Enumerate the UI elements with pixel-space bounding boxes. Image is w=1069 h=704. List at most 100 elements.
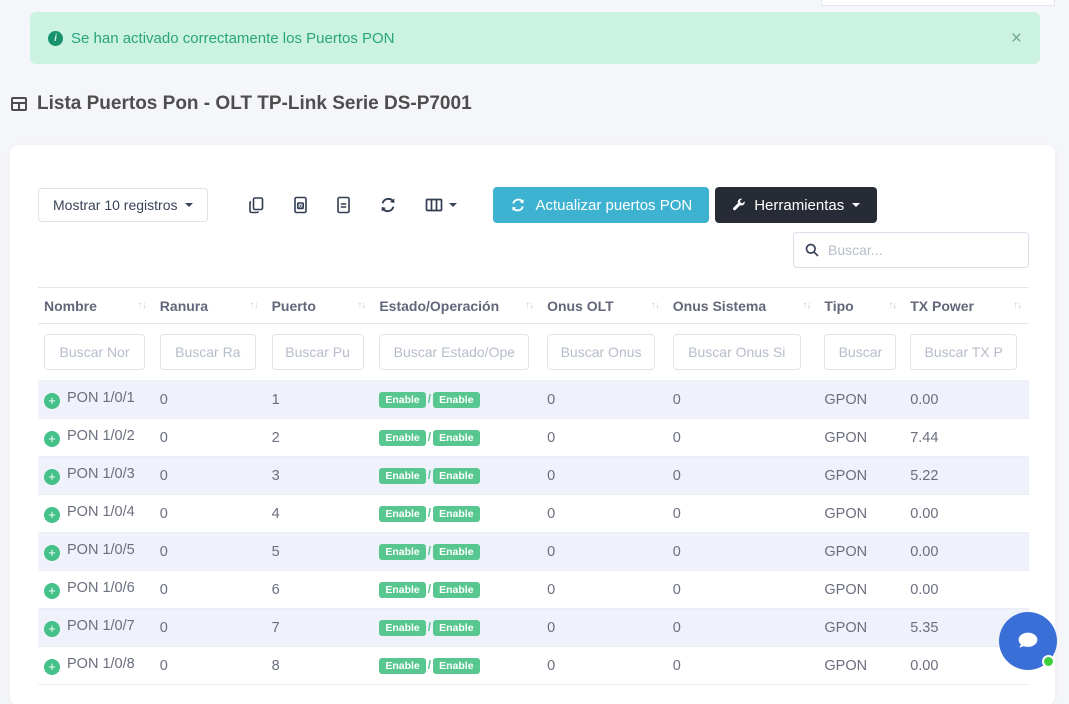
filter-input-onus_olt[interactable] [547, 334, 655, 370]
pon-name: PON 1/0/5 [67, 542, 135, 558]
cell-name: + PON 1/0/7 [38, 609, 154, 647]
column-header-tipo[interactable]: Tipo ↑↓ [818, 288, 904, 324]
expand-row-icon[interactable]: + [44, 393, 60, 409]
column-visibility-button[interactable] [411, 190, 471, 220]
pon-name: PON 1/0/8 [67, 656, 135, 672]
filter-input-tx_power[interactable] [910, 334, 1017, 370]
column-header-ranura[interactable]: Ranura↑↓ [154, 288, 266, 324]
operacion-badge: Enable [433, 430, 479, 447]
table-row: +PON 1/0/101Enable/Enable00GPON0.00 [38, 381, 1029, 419]
cell-tipo: GPON [818, 381, 904, 419]
operacion-badge: Enable [433, 544, 479, 561]
cell-onus_sistema: 0 [667, 381, 819, 419]
cell-tx_power: 0.00 [904, 381, 1029, 419]
sort-icon[interactable]: ↑↓ [357, 300, 365, 311]
filter-input-ranura[interactable] [160, 334, 256, 370]
show-entries-dropdown[interactable]: Mostrar 10 registros [38, 188, 208, 222]
cell-estado-operacion: Enable/Enable [373, 495, 541, 533]
sort-icon[interactable]: ↑↓ [250, 300, 258, 311]
update-pon-ports-button[interactable]: Actualizar puertos PON [493, 187, 709, 223]
column-label: TX Power [910, 298, 974, 314]
close-icon[interactable]: × [1011, 29, 1022, 48]
table-row: +PON 1/0/404Enable/Enable00GPON0.00 [38, 495, 1029, 533]
copy-button[interactable] [234, 190, 279, 220]
filter-input-name[interactable] [44, 334, 145, 370]
reload-table-button[interactable] [365, 190, 411, 220]
expand-row-icon[interactable]: + [44, 431, 60, 447]
cell-ranura: 0 [154, 647, 266, 685]
cell-puerto: 2 [266, 419, 374, 457]
column-header-puerto[interactable]: Puerto↑↓ [266, 288, 374, 324]
pon-name: PON 1/0/3 [67, 466, 135, 482]
sort-icon[interactable]: ↑↓ [1013, 300, 1021, 311]
expand-row-icon[interactable]: + [44, 659, 60, 675]
sort-icon[interactable]: ↑↓ [138, 300, 146, 311]
badge-separator: / [428, 582, 431, 596]
tools-dropdown-button[interactable]: Herramientas [715, 187, 877, 223]
chevron-down-icon [449, 203, 457, 207]
filter-input-puerto[interactable] [272, 334, 364, 370]
column-header-estado_operacion[interactable]: Estado/Operación ↑↓ [373, 288, 541, 324]
expand-row-icon[interactable]: + [44, 545, 60, 561]
cell-tipo: GPON [818, 457, 904, 495]
column-label: Estado/Operación [379, 298, 499, 314]
column-header-onus_sistema[interactable]: Onus Sistema ↑↓ [667, 288, 819, 324]
filter-input-estado_operacion[interactable] [379, 334, 529, 370]
search-input[interactable] [828, 242, 1018, 258]
cell-ranura: 0 [154, 457, 266, 495]
chat-bubble-icon [1013, 626, 1043, 656]
cell-tipo: GPON [818, 571, 904, 609]
estado-badge: Enable [379, 468, 425, 485]
sort-icon[interactable]: ↑↓ [888, 300, 896, 311]
page-title-text: Lista Puertos Pon - OLT TP-Link Serie DS… [37, 93, 472, 115]
excel-export-button[interactable]: x [279, 190, 322, 220]
pon-name: PON 1/0/4 [67, 504, 135, 520]
cell-name: + PON 1/0/3 [38, 457, 154, 495]
expand-row-icon[interactable]: + [44, 469, 60, 485]
cell-onus_olt: 0 [541, 571, 667, 609]
cell-estado-operacion: Enable/Enable [373, 381, 541, 419]
operacion-badge: Enable [433, 392, 479, 409]
operacion-badge: Enable [433, 506, 479, 523]
pon-ports-table: Nombre↑↓Ranura↑↓Puerto↑↓Estado/Operación… [38, 287, 1029, 685]
cell-puerto: 1 [266, 381, 374, 419]
refresh-icon [510, 197, 526, 213]
success-alert: i Se han activado correctamente los Puer… [30, 12, 1040, 64]
estado-badge: Enable [379, 658, 425, 675]
file-export-button[interactable] [322, 190, 365, 220]
cell-onus_sistema: 0 [667, 533, 819, 571]
cell-name: + PON 1/0/8 [38, 647, 154, 685]
sort-icon[interactable]: ↑↓ [525, 300, 533, 311]
cell-onus_olt: 0 [541, 381, 667, 419]
column-header-tx_power[interactable]: TX Power ↑↓ [904, 288, 1029, 324]
sort-icon[interactable]: ↑↓ [651, 300, 659, 311]
expand-row-icon[interactable]: + [44, 583, 60, 599]
expand-row-icon[interactable]: + [44, 507, 60, 523]
global-search [793, 232, 1029, 268]
column-label: Tipo [824, 298, 853, 314]
operacion-badge: Enable [433, 620, 479, 637]
cell-puerto: 5 [266, 533, 374, 571]
estado-badge: Enable [379, 430, 425, 447]
badge-separator: / [428, 506, 431, 520]
cell-ranura: 0 [154, 419, 266, 457]
table-row: +PON 1/0/303Enable/Enable00GPON5.22 [38, 457, 1029, 495]
column-label: Onus OLT [547, 298, 614, 314]
column-label: Onus Sistema [673, 298, 766, 314]
estado-badge: Enable [379, 392, 425, 409]
cell-estado-operacion: Enable/Enable [373, 647, 541, 685]
column-header-onus_olt[interactable]: Onus OLT ↑↓ [541, 288, 667, 324]
filter-row [38, 324, 1029, 381]
cutoff-panel [821, 0, 1055, 6]
estado-badge: Enable [379, 620, 425, 637]
filter-input-tipo[interactable] [824, 334, 896, 370]
column-header-name[interactable]: Nombre↑↓ [38, 288, 154, 324]
online-status-dot [1042, 655, 1055, 668]
sort-icon[interactable]: ↑↓ [802, 300, 810, 311]
expand-row-icon[interactable]: + [44, 621, 60, 637]
cell-tx_power: 0.00 [904, 533, 1029, 571]
filter-input-onus_sistema[interactable] [673, 334, 801, 370]
operacion-badge: Enable [433, 468, 479, 485]
cell-tipo: GPON [818, 533, 904, 571]
pon-name: PON 1/0/7 [67, 618, 135, 634]
